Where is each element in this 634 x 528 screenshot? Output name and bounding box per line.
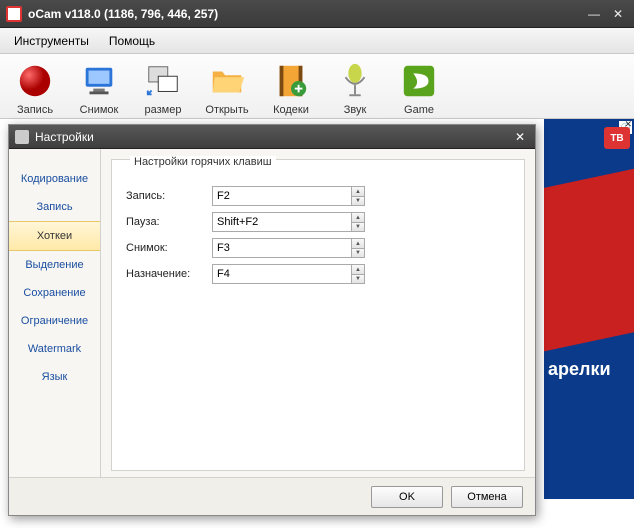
banner-graphic <box>544 164 634 354</box>
spinner-record[interactable]: ▲▼ <box>351 186 365 206</box>
tool-open-label: Открыть <box>205 104 248 116</box>
chevron-down-icon[interactable]: ▼ <box>351 222 365 232</box>
tool-record[interactable]: Запись <box>10 60 60 116</box>
record-icon <box>14 60 56 102</box>
microphone-icon <box>334 60 376 102</box>
dialog-sidebar: Кодирование Запись Хоткеи Выделение Сохр… <box>9 149 101 477</box>
tool-game[interactable]: Game <box>394 60 444 116</box>
sidebar-item-selection[interactable]: Выделение <box>9 251 100 279</box>
tool-capture-label: Снимок <box>80 104 119 116</box>
value-record: F2 <box>217 190 230 202</box>
label-assign: Назначение: <box>126 268 212 280</box>
value-shot: F3 <box>217 242 230 254</box>
tv-badge: ТВ <box>604 127 630 149</box>
minimize-button[interactable]: — <box>584 6 604 22</box>
row-shot: Снимок: F3 ▲▼ <box>126 238 510 258</box>
dialog-body: Кодирование Запись Хоткеи Выделение Сохр… <box>9 149 535 477</box>
cancel-button[interactable]: Отмена <box>451 486 523 508</box>
folder-icon <box>206 60 248 102</box>
tool-open[interactable]: Открыть <box>202 60 252 116</box>
row-pause: Пауза: Shift+F2 ▲▼ <box>126 212 510 232</box>
spinner-shot[interactable]: ▲▼ <box>351 238 365 258</box>
dialog-titlebar: Настройки ✕ <box>9 125 535 149</box>
chevron-up-icon[interactable]: ▲ <box>351 212 365 222</box>
value-pause: Shift+F2 <box>217 216 258 228</box>
nvidia-icon <box>398 60 440 102</box>
chevron-down-icon[interactable]: ▼ <box>351 274 365 284</box>
sidebar-item-hotkeys[interactable]: Хоткеи <box>9 221 100 251</box>
input-shot[interactable]: F3 <box>212 238 352 258</box>
toolbar: Запись Снимок размер Открыть Кодеки <box>0 54 634 119</box>
menu-bar: Инструменты Помощь <box>0 28 634 54</box>
sidebar-item-lang[interactable]: Язык <box>9 363 100 391</box>
tool-sound[interactable]: Звук <box>330 60 380 116</box>
sidebar-item-limit[interactable]: Ограничение <box>9 307 100 335</box>
tool-game-label: Game <box>404 104 434 116</box>
input-pause[interactable]: Shift+F2 <box>212 212 352 232</box>
menu-help[interactable]: Помощь <box>99 31 165 51</box>
tool-codecs-label: Кодеки <box>273 104 309 116</box>
banner-text: арелки <box>544 359 611 380</box>
dialog-title: Настройки <box>35 130 511 144</box>
menu-tools[interactable]: Инструменты <box>4 31 99 51</box>
spinner-assign[interactable]: ▲▼ <box>351 264 365 284</box>
monitor-icon <box>78 60 120 102</box>
chevron-down-icon[interactable]: ▼ <box>351 248 365 258</box>
codecs-icon <box>270 60 312 102</box>
tool-sound-label: Звук <box>344 104 367 116</box>
row-assign: Назначение: F4 ▲▼ <box>126 264 510 284</box>
tool-record-label: Запись <box>17 104 53 116</box>
dialog-footer: OK Отмена <box>9 477 535 515</box>
tool-resize[interactable]: размер <box>138 60 188 116</box>
dialog-close-button[interactable]: ✕ <box>511 129 529 145</box>
close-button[interactable]: ✕ <box>608 6 628 22</box>
label-shot: Снимок: <box>126 242 212 254</box>
tool-capture[interactable]: Снимок <box>74 60 124 116</box>
group-label: Настройки горячих клавиш <box>130 156 276 168</box>
dialog-content: Настройки горячих клавиш Запись: F2 ▲▼ П… <box>111 159 525 471</box>
chevron-up-icon[interactable]: ▲ <box>351 264 365 274</box>
sidebar-item-record[interactable]: Запись <box>9 193 100 221</box>
app-icon <box>6 6 22 22</box>
sidebar-item-watermark[interactable]: Watermark <box>9 335 100 363</box>
chevron-down-icon[interactable]: ▼ <box>351 196 365 206</box>
dialog-icon <box>15 130 29 144</box>
spinner-pause[interactable]: ▲▼ <box>351 212 365 232</box>
resize-icon <box>142 60 184 102</box>
chevron-up-icon[interactable]: ▲ <box>351 186 365 196</box>
value-assign: F4 <box>217 268 230 280</box>
label-pause: Пауза: <box>126 216 212 228</box>
ok-button[interactable]: OK <box>371 486 443 508</box>
window-title: oCam v118.0 (1186, 796, 446, 257) <box>28 7 580 21</box>
input-assign[interactable]: F4 <box>212 264 352 284</box>
sidebar-item-saving[interactable]: Сохранение <box>9 279 100 307</box>
tool-resize-label: размер <box>145 104 182 116</box>
input-record[interactable]: F2 <box>212 186 352 206</box>
chevron-up-icon[interactable]: ▲ <box>351 238 365 248</box>
ad-banner[interactable]: ⓘ ✕ ТВ арелки <box>544 119 634 499</box>
row-record: Запись: F2 ▲▼ <box>126 186 510 206</box>
main-titlebar: oCam v118.0 (1186, 796, 446, 257) — ✕ <box>0 0 634 28</box>
settings-dialog: Настройки ✕ Кодирование Запись Хоткеи Вы… <box>8 124 536 516</box>
label-record: Запись: <box>126 190 212 202</box>
sidebar-item-encoding[interactable]: Кодирование <box>9 165 100 193</box>
tool-codecs[interactable]: Кодеки <box>266 60 316 116</box>
